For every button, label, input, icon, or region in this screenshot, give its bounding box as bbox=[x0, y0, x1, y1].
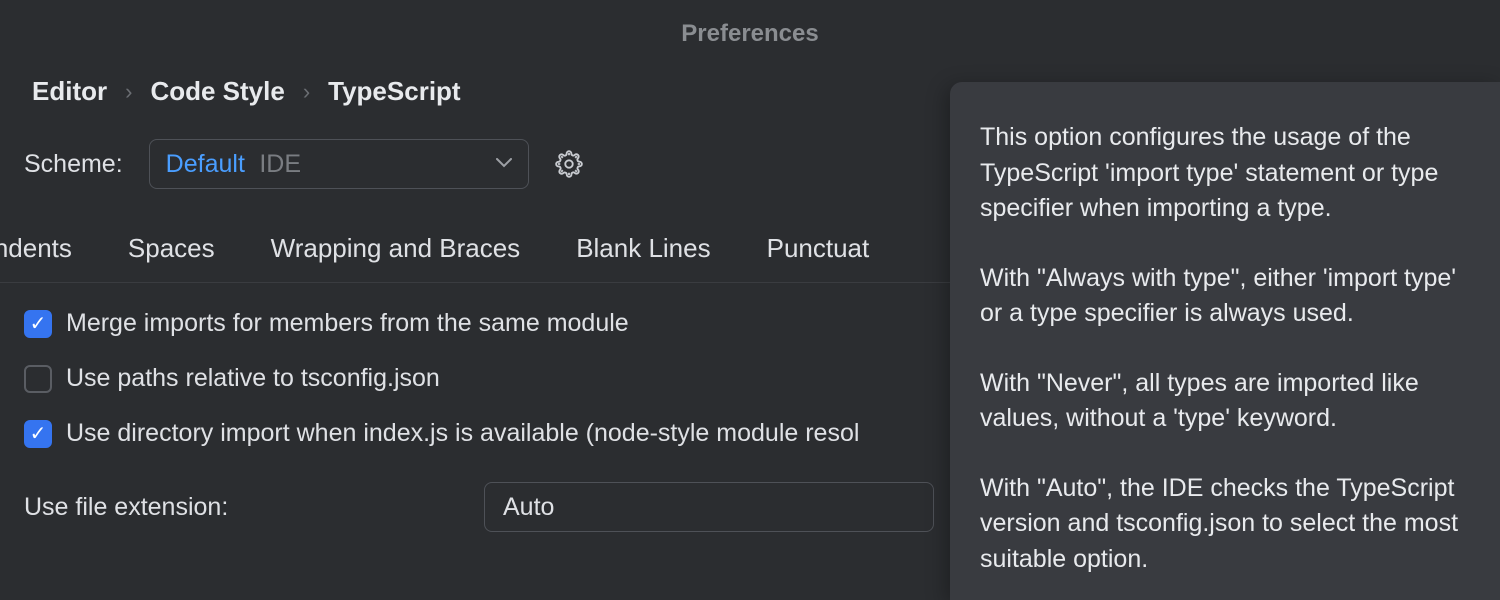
file-extension-value: Auto bbox=[503, 493, 554, 522]
directory-import-label: Use directory import when index.js is av… bbox=[66, 419, 859, 448]
tab-spaces[interactable]: Spaces bbox=[128, 233, 215, 264]
tooltip-paragraph: This option configures the usage of the … bbox=[980, 120, 1460, 227]
tooltip-paragraph: With "Never", all types are imported lik… bbox=[980, 366, 1460, 437]
tab-punctuation[interactable]: Punctuat bbox=[767, 233, 870, 264]
gear-icon[interactable] bbox=[555, 150, 583, 178]
breadcrumb-item[interactable]: Code Style bbox=[150, 76, 284, 107]
breadcrumb-separator: › bbox=[125, 79, 132, 105]
tab-wrapping-braces[interactable]: Wrapping and Braces bbox=[271, 233, 521, 264]
scheme-value: Default bbox=[166, 150, 245, 178]
scheme-select[interactable]: Default IDE bbox=[149, 139, 529, 189]
tab-blank-lines[interactable]: Blank Lines bbox=[576, 233, 710, 264]
merge-imports-label: Merge imports for members from the same … bbox=[66, 309, 629, 338]
relative-tsconfig-checkbox[interactable] bbox=[24, 365, 52, 393]
file-extension-label: Use file extension: bbox=[24, 493, 484, 522]
scheme-label: Scheme: bbox=[24, 150, 123, 179]
help-tooltip: This option configures the usage of the … bbox=[950, 82, 1500, 600]
breadcrumb-separator: › bbox=[303, 79, 310, 105]
tooltip-paragraph: With "Always with type", either 'import … bbox=[980, 261, 1460, 332]
tooltip-paragraph: With "Auto", the IDE checks the TypeScri… bbox=[980, 471, 1460, 578]
breadcrumb-item[interactable]: TypeScript bbox=[328, 76, 460, 107]
relative-tsconfig-label: Use paths relative to tsconfig.json bbox=[66, 364, 440, 393]
checkmark-icon: ✓ bbox=[30, 424, 47, 444]
file-extension-select[interactable]: Auto bbox=[484, 482, 934, 532]
breadcrumb-item[interactable]: Editor bbox=[32, 76, 107, 107]
merge-imports-checkbox[interactable]: ✓ bbox=[24, 310, 52, 338]
directory-import-checkbox[interactable]: ✓ bbox=[24, 420, 52, 448]
chevron-down-icon bbox=[496, 155, 512, 173]
tab-tabs-indents[interactable]: and Indents bbox=[0, 233, 72, 264]
checkmark-icon: ✓ bbox=[30, 314, 47, 334]
scheme-suffix: IDE bbox=[259, 150, 301, 178]
window-title: Preferences bbox=[0, 0, 1500, 76]
